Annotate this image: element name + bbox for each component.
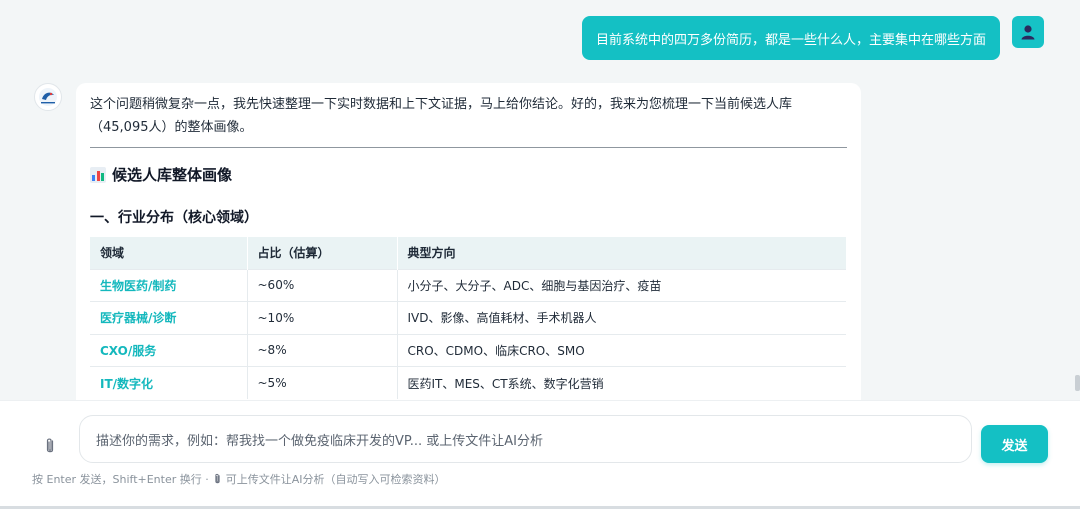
table-cell-direction: 小分子、大分子、ADC、细胞与基因治疗、疫苗 bbox=[397, 268, 846, 302]
table-cell-direction: IVD、影像、高值耗材、手术机器人 bbox=[397, 301, 846, 334]
chat-area: 目前系统中的四万多份简历，都是一些什么人，主要集中在哪些方面 这个问题稍微复杂一… bbox=[0, 0, 1080, 400]
user-icon bbox=[1021, 25, 1035, 40]
message-input[interactable]: 描述你的需求，例如：帮我找一个做免疫临床开发的VP... 或上传文件让AI分析 bbox=[79, 415, 972, 463]
send-button[interactable]: 发送 bbox=[981, 425, 1048, 463]
table-header-cell: 领域 bbox=[90, 237, 248, 269]
table-row: CXO/服务 ~8% CRO、CDMO、临床CRO、SMO bbox=[90, 333, 846, 367]
bot-logo-icon bbox=[39, 88, 57, 106]
table-cell-direction: 医药IT、MES、CT系统、数字化营销 bbox=[397, 366, 846, 399]
bot-message-card: 这个问题稍微复杂一点，我先快速整理一下实时数据和上下文证据，马上给你结论。好的，… bbox=[76, 83, 861, 400]
table-cell-share: ~10% bbox=[247, 301, 398, 334]
table-cell-domain: 医疗器械/诊断 bbox=[90, 301, 248, 334]
bot-avatar bbox=[34, 83, 62, 111]
hint-upload-text: 可上传文件让AI分析（自动写入可检索资料） bbox=[225, 473, 446, 486]
paperclip-icon bbox=[215, 473, 220, 484]
table-header-cell: 占比（估算） bbox=[247, 237, 398, 269]
paperclip-icon[interactable] bbox=[44, 437, 56, 455]
table-row: 生物医药/制药 ~60% 小分子、大分子、ADC、细胞与基因治疗、疫苗 bbox=[90, 268, 846, 302]
message-input-placeholder: 描述你的需求，例如：帮我找一个做免疫临床开发的VP... 或上传文件让AI分析 bbox=[96, 433, 543, 449]
table-cell-domain: 生物医药/制药 bbox=[90, 268, 248, 302]
table-cell-share: ~5% bbox=[247, 366, 398, 399]
table-cell-share: ~8% bbox=[247, 333, 398, 367]
table-header-cell: 典型方向 bbox=[397, 237, 846, 269]
table-header-row: 领域 占比（估算） 典型方向 bbox=[90, 237, 846, 269]
bot-intro-text: 这个问题稍微复杂一点，我先快速整理一下实时数据和上下文证据，马上给你结论。好的，… bbox=[90, 93, 847, 148]
table-cell-direction: CRO、CDMO、临床CRO、SMO bbox=[397, 333, 846, 367]
user-message-bubble: 目前系统中的四万多份简历，都是一些什么人，主要集中在哪些方面 bbox=[581, 16, 1000, 60]
table-cell-domain: CXO/服务 bbox=[90, 333, 248, 367]
table-cell-share: ~60% bbox=[247, 268, 398, 302]
section-heading: 候选人库整体画像 bbox=[90, 164, 847, 185]
user-message-text: 目前系统中的四万多份简历，都是一些什么人，主要集中在哪些方面 bbox=[595, 32, 986, 48]
hint-keyboard-text: 按 Enter 发送，Shift+Enter 换行 · bbox=[32, 473, 209, 486]
table-row: IT/数字化 ~5% 医药IT、MES、CT系统、数字化营销 bbox=[90, 366, 846, 399]
section-heading-text: 候选人库整体画像 bbox=[112, 166, 233, 184]
user-avatar bbox=[1012, 16, 1044, 48]
bar-chart-emoji-icon bbox=[90, 166, 106, 183]
industry-distribution-table: 领域 占比（估算） 典型方向 生物医药/制药 ~60% 小分子、大分子、ADC、… bbox=[90, 237, 846, 399]
subsection-heading: 一、行业分布（核心领域） bbox=[90, 210, 258, 226]
scrollbar-thumb[interactable] bbox=[1075, 375, 1080, 391]
composer-hint: 按 Enter 发送，Shift+Enter 换行 · 可上传文件让AI分析（自… bbox=[32, 471, 446, 487]
table-row: 医疗器械/诊断 ~10% IVD、影像、高值耗材、手术机器人 bbox=[90, 301, 846, 334]
table-cell-domain: IT/数字化 bbox=[90, 366, 248, 399]
